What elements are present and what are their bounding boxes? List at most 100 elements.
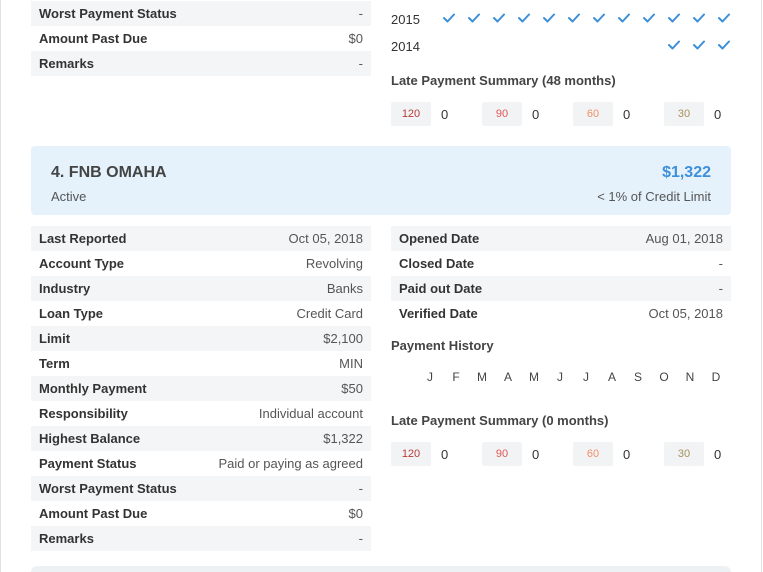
detail-label: Worst Payment Status (39, 481, 177, 496)
detail-label: Monthly Payment (39, 381, 147, 396)
content-border-right (761, 0, 762, 572)
late-bucket: 60 0 (573, 442, 664, 466)
detail-value: $0 (348, 31, 363, 46)
detail-row: Amount Past Due $0 (31, 26, 371, 51)
detail-value: $0 (348, 506, 363, 521)
prev-late-summary-title: Late Payment Summary (48 months) (391, 73, 616, 88)
history-year-row: 2014 (391, 33, 431, 60)
late-badge-30: 30 (664, 442, 704, 466)
month-label: M (477, 370, 487, 384)
detail-value: - (358, 56, 363, 71)
detail-value: - (358, 6, 363, 21)
detail-row: Account Type Revolving (31, 251, 371, 276)
late-badge-120: 120 (391, 102, 431, 126)
history-year: 2015 (391, 12, 420, 27)
detail-row: Worst Payment Status - (31, 476, 371, 501)
check-icon (711, 40, 736, 50)
empty-month-cell (561, 40, 586, 50)
detail-label: Remarks (39, 531, 94, 546)
month-label: A (503, 370, 512, 384)
account-details-left: Last Reported Oct 05, 2018 Account Type Rev… (31, 226, 371, 551)
detail-value: $1,322 (323, 431, 363, 446)
detail-label: Last Reported (39, 231, 127, 246)
detail-value: Oct 05, 2018 (648, 306, 723, 321)
check-icon (461, 13, 486, 23)
empty-month-cell (636, 40, 661, 50)
detail-label: Account Type (39, 256, 124, 271)
late-badge-90: 90 (482, 442, 522, 466)
detail-row: Limit $2,100 (31, 326, 371, 351)
late-badge-60: 60 (573, 442, 613, 466)
detail-label: Highest Balance (39, 431, 141, 446)
month-label: F (452, 370, 460, 384)
detail-value: - (718, 256, 723, 271)
check-icon (511, 13, 536, 23)
detail-row: Industry Banks (31, 276, 371, 301)
detail-row: Remarks - (31, 51, 371, 76)
detail-label: Amount Past Due (39, 31, 148, 46)
payment-history-title: Payment History (391, 338, 494, 353)
late-badge-90: 90 (482, 102, 522, 126)
detail-value: Aug 01, 2018 (645, 231, 723, 246)
empty-month-cell (461, 40, 486, 50)
account-details-right: Opened Date Aug 01, 2018 Closed Date - Paid … (391, 226, 731, 326)
detail-label: Paid out Date (399, 281, 483, 296)
detail-row: Monthly Payment $50 (31, 376, 371, 401)
detail-label: Term (39, 356, 70, 371)
late-count: 0 (441, 446, 449, 462)
detail-row: Remarks - (31, 526, 371, 551)
month-label: J (557, 370, 563, 384)
check-icon (661, 13, 686, 23)
empty-month-cell (486, 40, 511, 50)
account-balance: $1,322 (662, 164, 711, 181)
detail-row: Responsibility Individual account (31, 401, 371, 426)
content-border-left (0, 0, 1, 572)
detail-label: Responsibility (39, 406, 128, 421)
late-count: 0 (714, 446, 722, 462)
account-status: Active (51, 189, 87, 204)
late-bucket: 90 0 (482, 442, 573, 466)
detail-row: Worst Payment Status - (31, 1, 371, 26)
detail-label: Closed Date (399, 256, 475, 271)
month-label: A (607, 370, 616, 384)
late-count: 0 (714, 106, 722, 122)
detail-value: Revolving (305, 256, 363, 271)
late-bucket: 120 0 (391, 442, 482, 466)
detail-label: Worst Payment Status (39, 6, 177, 21)
late-summary-title: Late Payment Summary (0 months) (391, 413, 609, 428)
detail-row: Term MIN (31, 351, 371, 376)
detail-value: Credit Card (296, 306, 363, 321)
account-name: 4. FNB OMAHA (51, 164, 167, 181)
detail-value: Paid or paying as agreed (218, 456, 363, 471)
check-icon (561, 13, 586, 23)
prev-payment-history: 2015 2014 (391, 6, 431, 60)
month-label: S (633, 370, 642, 384)
late-badge-60: 60 (573, 102, 613, 126)
check-icon (586, 13, 611, 23)
late-bucket: 30 0 (664, 102, 755, 126)
payment-history-months: JFMAMJJASOND (417, 370, 729, 384)
detail-row: Verified Date Oct 05, 2018 (391, 301, 731, 326)
late-badge-30: 30 (664, 102, 704, 126)
late-summary: 120 0 90 0 60 0 30 0 (391, 442, 755, 466)
check-icon (686, 13, 711, 23)
account-header-card[interactable]: 4. FNB OMAHA Active $1,322 < 1% of Credi… (31, 146, 731, 215)
next-account-card-edge (31, 566, 731, 572)
check-icon (661, 40, 686, 50)
month-label: J (583, 370, 589, 384)
late-bucket: 60 0 (573, 102, 664, 126)
month-label: M (529, 370, 539, 384)
history-checks-2015 (436, 13, 736, 23)
detail-row: Highest Balance $1,322 (31, 426, 371, 451)
late-count: 0 (623, 106, 631, 122)
month-label: O (659, 370, 669, 384)
history-checks-2014 (436, 40, 736, 50)
prev-account-details: Worst Payment Status - Amount Past Due $… (31, 1, 371, 76)
empty-month-cell (611, 40, 636, 50)
check-icon (486, 13, 511, 23)
late-bucket: 90 0 (482, 102, 573, 126)
history-year-row: 2015 (391, 6, 431, 33)
detail-value: - (358, 531, 363, 546)
month-label: D (711, 370, 721, 384)
detail-label: Amount Past Due (39, 506, 148, 521)
